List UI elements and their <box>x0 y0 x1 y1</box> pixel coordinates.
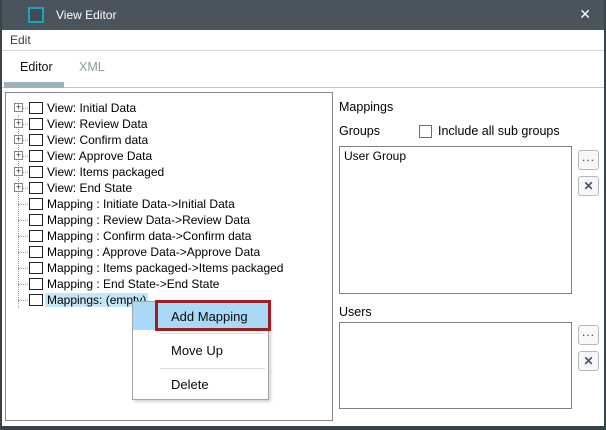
list-icon <box>29 278 43 290</box>
list-icon <box>29 102 43 114</box>
tree-item-mapping-initiate-data[interactable]: Mapping : Initiate Data->Initial Data <box>6 196 332 212</box>
tree-item-mapping-items-packaged[interactable]: Mapping : Items packaged->Items packaged <box>6 260 332 276</box>
window-title: View Editor <box>56 8 116 22</box>
groups-remove-button[interactable]: ✕ <box>578 176 599 196</box>
users-remove-button[interactable]: ✕ <box>578 351 599 371</box>
tree-rows: + View: Initial Data + View: Review Data… <box>6 100 332 308</box>
menu-edit[interactable]: Edit <box>10 33 31 47</box>
list-icon <box>29 166 43 178</box>
expand-icon[interactable]: + <box>14 103 23 112</box>
view-editor-window: View Editor ✕ Edit Editor XML + View: In… <box>0 0 606 430</box>
tree-item-mapping-end-state[interactable]: Mapping : End State->End State <box>6 276 332 292</box>
list-icon <box>29 246 43 258</box>
list-icon <box>29 262 43 274</box>
expand-icon[interactable]: + <box>14 119 23 128</box>
tab-xml[interactable]: XML <box>79 60 105 74</box>
tree-item-view-items-packaged[interactable]: + View: Items packaged <box>6 164 332 180</box>
tree-item-view-end-state[interactable]: + View: End State <box>6 180 332 196</box>
remove-icon: ✕ <box>583 179 593 193</box>
users-listbox[interactable] <box>339 322 572 409</box>
menu-item-add-mapping[interactable]: Add Mapping <box>133 302 268 330</box>
menu-bar: Edit <box>2 30 604 51</box>
list-icon <box>29 198 43 210</box>
expand-icon[interactable]: + <box>14 135 23 144</box>
list-icon <box>29 214 43 226</box>
title-bar: View Editor ✕ <box>0 0 606 30</box>
list-icon <box>29 182 43 194</box>
tree-item-mapping-approve-data[interactable]: Mapping : Approve Data->Approve Data <box>6 244 332 260</box>
list-icon <box>29 134 43 146</box>
list-icon <box>29 118 43 130</box>
expand-icon[interactable]: + <box>14 183 23 192</box>
tree-item-view-confirm-data[interactable]: + View: Confirm data <box>6 132 332 148</box>
mappings-section-title: Mappings <box>339 100 393 114</box>
groups-label: Groups <box>339 124 380 138</box>
list-icon <box>29 294 43 306</box>
expand-icon[interactable]: + <box>14 151 23 160</box>
groups-listbox[interactable]: User Group <box>339 146 572 294</box>
tab-editor[interactable]: Editor <box>20 60 53 74</box>
users-browse-button[interactable]: ... <box>578 325 599 345</box>
menu-separator <box>160 333 265 334</box>
app-icon <box>28 7 44 23</box>
include-sub-groups-label: Include all sub groups <box>438 124 560 138</box>
menu-separator <box>160 368 265 369</box>
list-icon <box>29 150 43 162</box>
menu-item-delete[interactable]: Delete <box>133 370 268 398</box>
tree-item-view-approve-data[interactable]: + View: Approve Data <box>6 148 332 164</box>
users-label: Users <box>339 305 372 319</box>
tab-strip: Editor XML <box>2 51 604 88</box>
tree-item-mapping-review-data[interactable]: Mapping : Review Data->Review Data <box>6 212 332 228</box>
remove-icon: ✕ <box>583 354 593 368</box>
list-item[interactable]: User Group <box>340 147 571 165</box>
tree-item-view-initial-data[interactable]: + View: Initial Data <box>6 100 332 116</box>
include-sub-groups-checkbox[interactable] <box>419 125 432 138</box>
tree-item-view-review-data[interactable]: + View: Review Data <box>6 116 332 132</box>
tree-context-menu: Add Mapping Move Up Delete <box>132 301 269 400</box>
menu-item-move-up[interactable]: Move Up <box>133 336 268 364</box>
list-icon <box>29 230 43 242</box>
groups-browse-button[interactable]: ... <box>578 150 599 170</box>
tree-item-mapping-confirm-data[interactable]: Mapping : Confirm data->Confirm data <box>6 228 332 244</box>
active-tab-indicator <box>4 82 64 88</box>
expand-icon[interactable]: + <box>14 167 23 176</box>
close-icon[interactable]: ✕ <box>579 6 591 23</box>
